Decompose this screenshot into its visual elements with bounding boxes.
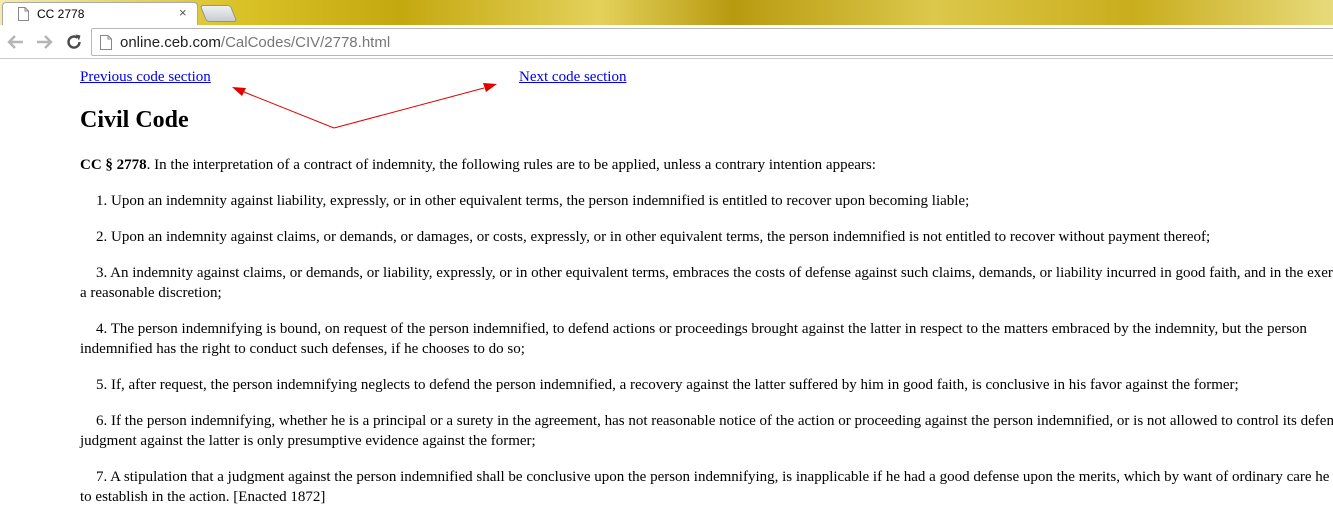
section-label: CC § 2778: [80, 157, 147, 173]
url-text[interactable]: online.ceb.com/CalCodes/CIV/2778.html: [120, 34, 390, 51]
tab-title: CC 2778: [37, 7, 85, 21]
rule-1: 1. Upon an indemnity against liability, …: [96, 193, 970, 209]
close-icon[interactable]: ×: [179, 5, 187, 20]
arrowhead-next: [483, 83, 497, 92]
new-tab-button[interactable]: [199, 5, 238, 22]
rule-3: 3. An indemnity against claims, or deman…: [80, 265, 1333, 301]
next-section-link[interactable]: Next code section: [519, 69, 626, 86]
arrowhead-previous: [232, 87, 246, 96]
page-content: Previous code section Next code section …: [0, 60, 1333, 514]
rule-7: 7. A stipulation that a judgment against…: [80, 469, 1333, 505]
reload-icon: [67, 34, 81, 49]
reload-button[interactable]: [64, 32, 84, 52]
rule-5: 5. If, after request, the person indemni…: [96, 377, 1239, 393]
page-icon: [18, 7, 29, 21]
back-arrow-icon: [7, 35, 23, 49]
previous-section-link[interactable]: Previous code section: [80, 69, 211, 86]
browser-toolbar: online.ceb.com/CalCodes/CIV/2778.html: [0, 25, 1333, 59]
rule-4: 4. The person indemnifying is bound, on …: [80, 321, 1307, 357]
forward-button[interactable]: [34, 32, 54, 52]
back-button[interactable]: [6, 32, 26, 52]
arrow-to-previous: [243, 91, 335, 129]
page-icon: [100, 35, 112, 50]
rule-2: 2. Upon an indemnity against claims, or …: [96, 229, 1211, 245]
page-title: Civil Code: [80, 107, 189, 133]
address-bar[interactable]: online.ceb.com/CalCodes/CIV/2778.html: [91, 28, 1333, 56]
section-intro-text: . In the interpretation of a contract of…: [146, 157, 876, 173]
tab-strip: CC 2778 ×: [0, 0, 1333, 26]
url-path: /CalCodes/CIV/2778.html: [220, 34, 391, 51]
rule-6: 6. If the person indemnifying, whether h…: [80, 413, 1333, 449]
code-section-body: CC § 2778. In the interpretation of a co…: [80, 155, 1333, 514]
section-intro: CC § 2778. In the interpretation of a co…: [80, 155, 1333, 175]
url-host: online.ceb.com: [120, 34, 221, 51]
forward-arrow-icon: [37, 35, 53, 49]
browser-tab[interactable]: CC 2778 ×: [2, 2, 198, 26]
arrow-to-next: [333, 87, 485, 129]
